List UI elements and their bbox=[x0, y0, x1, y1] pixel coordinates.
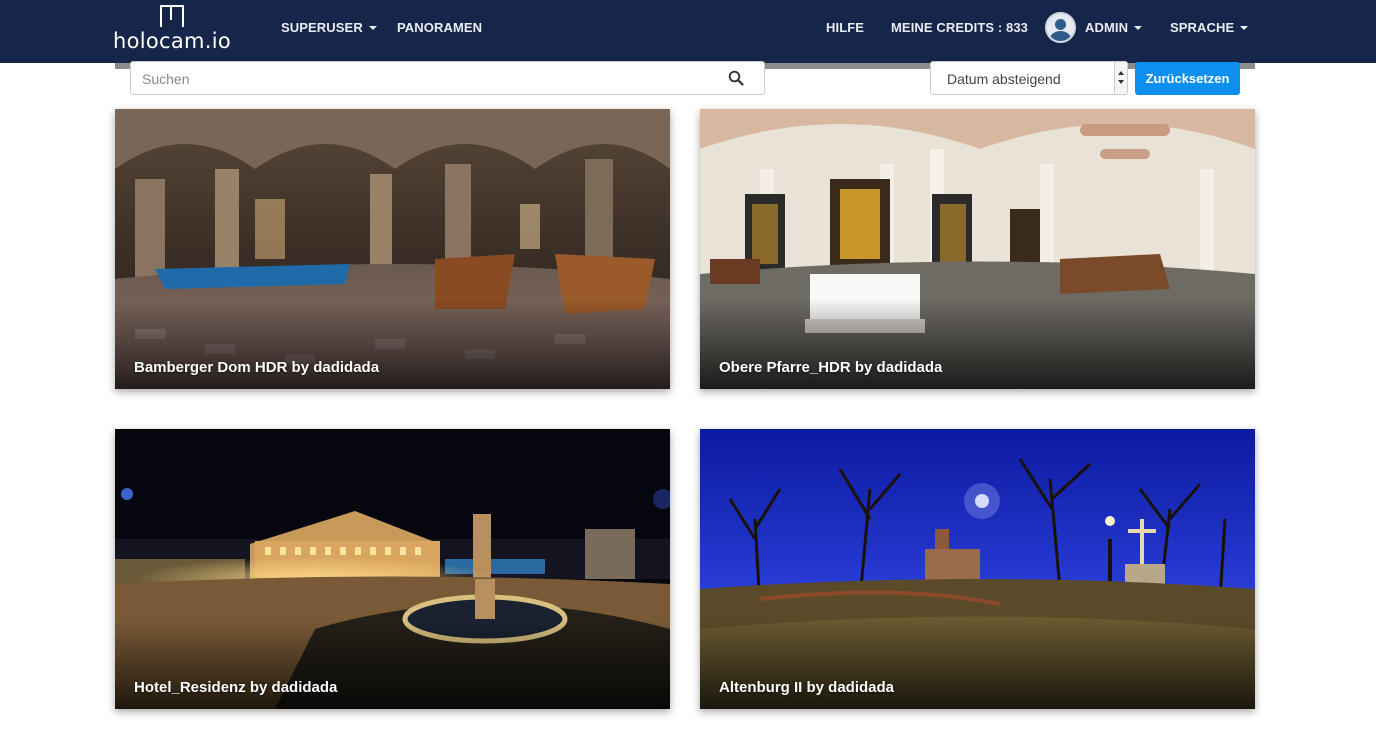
caret-down-icon bbox=[1134, 25, 1143, 30]
holocam-logo[interactable]: holocam.io bbox=[113, 5, 239, 55]
nav-credits[interactable]: MEINE CREDITS : 833 bbox=[891, 20, 1028, 40]
sort-selected-value: Datum absteigend bbox=[947, 71, 1061, 87]
caret-down-icon bbox=[1240, 25, 1249, 30]
nav-hilfe[interactable]: HILFE bbox=[826, 20, 864, 40]
panorama-title: Altenburg II by dadidada bbox=[719, 679, 895, 696]
logo-text: holocam.io bbox=[113, 29, 232, 53]
user-avatar-icon[interactable] bbox=[1045, 12, 1076, 43]
reset-button[interactable]: Zurücksetzen bbox=[1135, 62, 1240, 95]
nav-admin-label: ADMIN bbox=[1085, 20, 1129, 35]
panorama-title: Obere Pfarre_HDR by dadidada bbox=[719, 359, 943, 376]
nav-sprache-label: SPRACHE bbox=[1170, 20, 1235, 35]
search-field[interactable] bbox=[130, 61, 765, 95]
caret-down-icon bbox=[368, 25, 377, 30]
top-navbar: holocam.io SUPERUSER PANORAMEN HILFE MEI… bbox=[0, 0, 1376, 63]
panorama-title: Bamberger Dom HDR by dadidada bbox=[134, 359, 380, 376]
search-icon[interactable] bbox=[728, 70, 744, 86]
panorama-card[interactable]: Obere Pfarre_HDR by dadidada bbox=[700, 109, 1255, 389]
nav-panoramen[interactable]: PANORAMEN bbox=[397, 20, 482, 40]
panorama-card[interactable]: Bamberger Dom HDR by dadidada bbox=[115, 109, 670, 389]
search-input[interactable] bbox=[142, 69, 722, 89]
sort-select[interactable]: Datum absteigend bbox=[930, 61, 1128, 95]
nav-admin-dropdown[interactable]: ADMIN bbox=[1085, 20, 1143, 40]
panorama-card[interactable]: Altenburg II by dadidada bbox=[700, 429, 1255, 709]
panorama-title: Hotel_Residenz by dadidada bbox=[134, 679, 338, 696]
panorama-card[interactable]: Hotel_Residenz by dadidada bbox=[115, 429, 670, 709]
select-arrows-icon bbox=[1114, 62, 1127, 94]
nav-superuser-label: SUPERUSER bbox=[281, 20, 363, 35]
logo-mark-icon bbox=[160, 5, 184, 27]
nav-superuser-dropdown[interactable]: SUPERUSER bbox=[281, 20, 377, 40]
nav-sprache-dropdown[interactable]: SPRACHE bbox=[1170, 20, 1249, 40]
